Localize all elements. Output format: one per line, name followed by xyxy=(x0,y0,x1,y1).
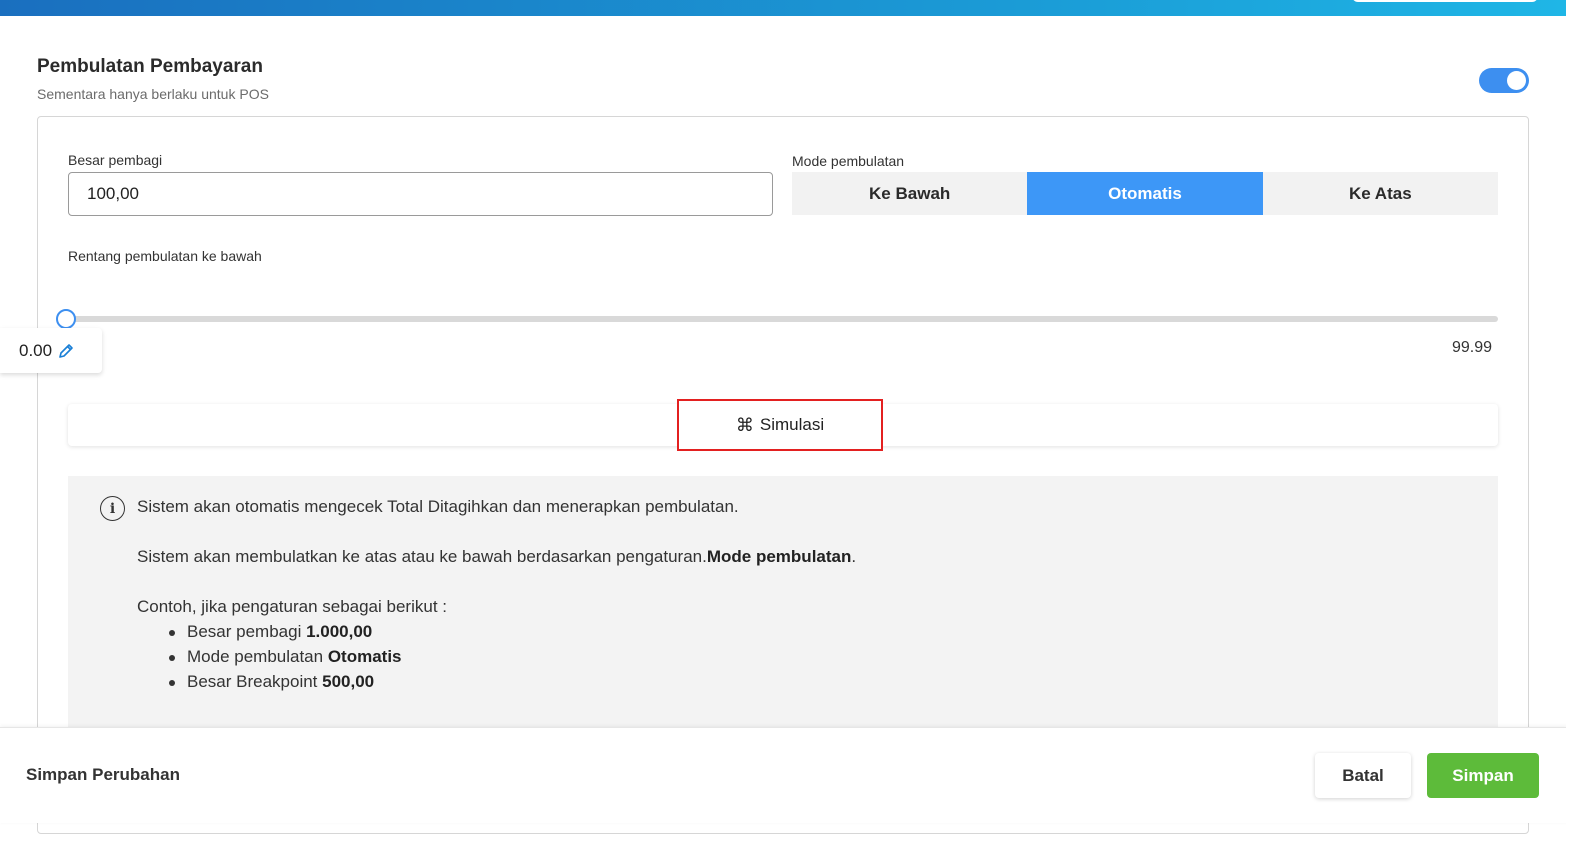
example-item: Besar pembagi 1.000,00 xyxy=(168,622,373,642)
range-slider-track[interactable] xyxy=(66,316,1498,322)
info-line-2-text: Sistem akan membulatkan ke atas atau ke … xyxy=(137,547,707,566)
example-item-text: Mode pembulatan xyxy=(187,647,328,666)
mode-round-up-button[interactable]: Ke Atas xyxy=(1262,172,1498,215)
example-item-value: Otomatis xyxy=(327,647,402,666)
mode-round-down-button[interactable]: Ke Bawah xyxy=(792,172,1028,215)
mode-label: Mode pembulatan xyxy=(792,153,905,169)
range-min-editor[interactable]: 0.00 xyxy=(0,328,102,373)
command-icon: ⌘ xyxy=(735,415,754,435)
divisor-input[interactable] xyxy=(68,172,773,216)
example-item: Mode pembulatan Otomatis xyxy=(169,647,402,667)
scrollbar[interactable] xyxy=(1566,0,1581,846)
toggle-knob xyxy=(1507,71,1526,90)
example-item-value: 500,00 xyxy=(322,672,375,691)
range-min-value: 0.00 xyxy=(19,340,53,360)
info-line-2-bold: Mode pembulatan xyxy=(706,547,852,566)
footer-title: Simpan Perubahan xyxy=(26,765,180,784)
section-title: Pembulatan Pembayaran xyxy=(37,56,263,77)
header-action-pill[interactable] xyxy=(1352,0,1538,2)
info-icon: i xyxy=(100,496,125,521)
rounding-mode-group: Ke Bawah Otomatis Ke Atas xyxy=(792,172,1498,215)
example-item-value: 1.000,00 xyxy=(306,622,373,641)
info-line-2-suffix: . xyxy=(851,547,857,566)
divisor-label: Besar pembagi xyxy=(68,152,163,168)
example-item-text: Besar pembagi xyxy=(187,622,307,641)
info-line-1: Sistem akan otomatis mengecek Total Dita… xyxy=(137,497,739,516)
range-slider-handle[interactable] xyxy=(56,309,76,329)
top-header-bar xyxy=(0,0,1568,16)
mode-automatic-button[interactable]: Otomatis xyxy=(1027,172,1263,215)
save-button[interactable]: Simpan xyxy=(1427,753,1539,798)
rounding-enable-toggle[interactable] xyxy=(1479,68,1529,93)
example-intro: Contoh, jika pengaturan sebagai berikut … xyxy=(137,597,447,616)
example-item-text: Besar Breakpoint xyxy=(187,672,323,691)
range-max-value: 99.99 xyxy=(1452,339,1493,356)
cancel-button[interactable]: Batal xyxy=(1315,753,1411,798)
example-item: Besar Breakpoint 500,00 xyxy=(168,672,375,692)
info-line-2: Sistem akan membulatkan ke atas atau ke … xyxy=(137,547,856,567)
simulation-button[interactable]: ⌘ Simulasi xyxy=(677,399,883,451)
range-label: Rentang pembulatan ke bawah xyxy=(68,248,262,264)
pencil-icon[interactable] xyxy=(57,342,75,360)
section-subtitle: Sementara hanya berlaku untuk POS xyxy=(37,86,269,102)
simulation-label: Simulasi xyxy=(759,415,825,434)
